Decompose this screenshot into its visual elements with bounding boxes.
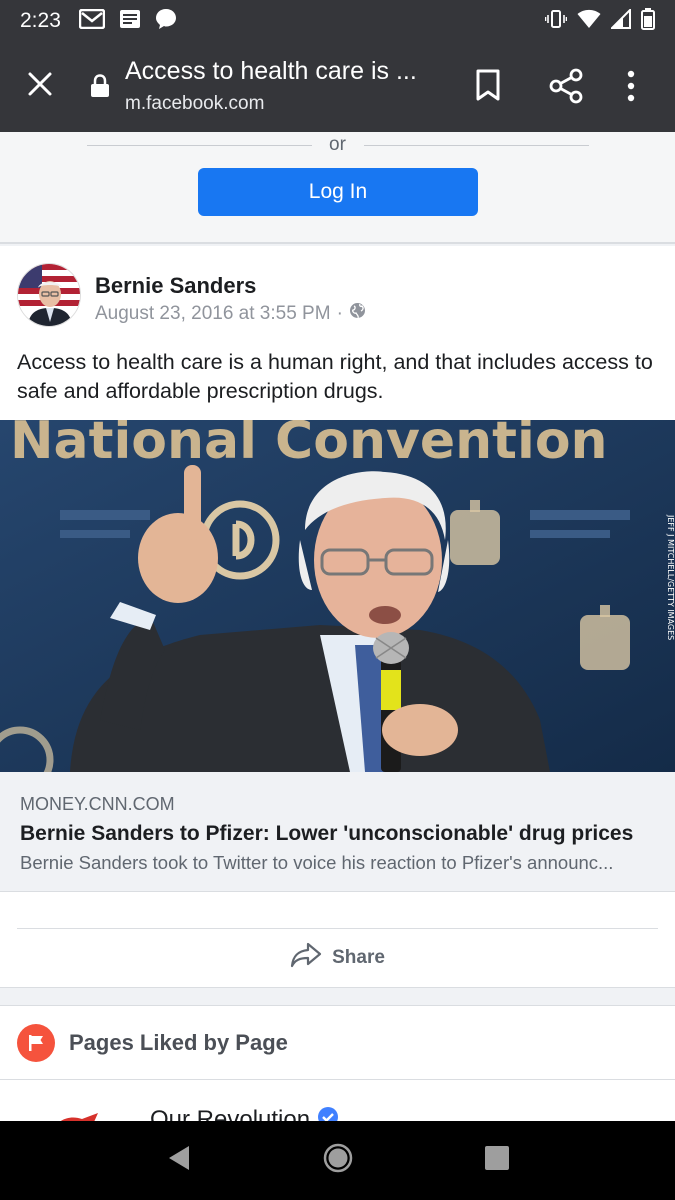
meta-separator: · (336, 302, 343, 324)
post-card: Bernie Sanders August 23, 2016 at 3:55 P… (0, 246, 675, 988)
share-button[interactable]: Share (0, 936, 675, 980)
pages-liked-section: Pages Liked by Page Our Revolution (0, 1005, 675, 1133)
back-icon[interactable] (165, 1143, 193, 1178)
pages-liked-title: Pages Liked by Page (69, 1030, 288, 1055)
globe-icon (349, 302, 366, 325)
share-label: Share (332, 947, 385, 968)
post-timestamp[interactable]: August 23, 2016 at 3:55 PM (95, 303, 331, 325)
android-nav-bar (0, 1121, 675, 1200)
status-bar: 2:23 (0, 0, 675, 42)
bookmark-icon[interactable] (472, 68, 504, 107)
image-banner-text: National Convention (10, 420, 608, 471)
link-source: MONEY.CNN.COM (20, 794, 175, 814)
link-preview[interactable]: MONEY.CNN.COM Bernie Sanders to Pfizer: … (0, 772, 675, 892)
recents-icon[interactable] (484, 1145, 510, 1176)
flag-icon (17, 1024, 55, 1062)
share-icon[interactable] (548, 68, 584, 109)
wifi-icon (577, 9, 601, 34)
lock-icon[interactable] (90, 74, 110, 103)
chat-icon (155, 8, 177, 35)
news-icon (119, 9, 141, 34)
divider-line-right (364, 145, 589, 146)
post-meta: August 23, 2016 at 3:55 PM · (95, 302, 366, 325)
vibrate-icon (544, 9, 568, 34)
login-button[interactable]: Log In (198, 168, 478, 216)
phone-screen: 2:23 Access to health care is ... m.face… (0, 0, 675, 1200)
link-title[interactable]: Bernie Sanders to Pfizer: Lower 'unconsc… (20, 822, 633, 846)
pages-liked-header[interactable]: Pages Liked by Page (0, 1006, 675, 1080)
browser-toolbar: Access to health care is ... m.facebook.… (0, 42, 675, 132)
home-icon[interactable] (322, 1142, 354, 1179)
page-url[interactable]: m.facebook.com (125, 93, 264, 115)
action-divider (17, 928, 658, 929)
signal-icon (609, 7, 631, 34)
login-area: or Log In (0, 132, 675, 244)
battery-icon (641, 7, 655, 35)
page-title[interactable]: Access to health care is ... (125, 57, 417, 86)
close-tab-button[interactable] (22, 68, 58, 104)
post-author[interactable]: Bernie Sanders (95, 273, 256, 299)
gmail-icon (78, 8, 106, 34)
or-divider: or (0, 132, 675, 160)
post-text: Access to health care is a human right, … (17, 350, 653, 403)
share-arrow-icon (290, 941, 322, 975)
link-description: Bernie Sanders took to Twitter to voice … (20, 852, 614, 873)
status-time: 2:23 (20, 9, 61, 32)
svg-text:JEFF J MITCHELL/GETTY IMAGES: JEFF J MITCHELL/GETTY IMAGES (666, 514, 675, 640)
close-icon (27, 71, 53, 102)
avatar[interactable] (17, 263, 81, 327)
post-image[interactable]: National Convention JEFF J MITCHELL/GETT… (0, 420, 675, 772)
more-vert-icon[interactable] (625, 68, 637, 109)
